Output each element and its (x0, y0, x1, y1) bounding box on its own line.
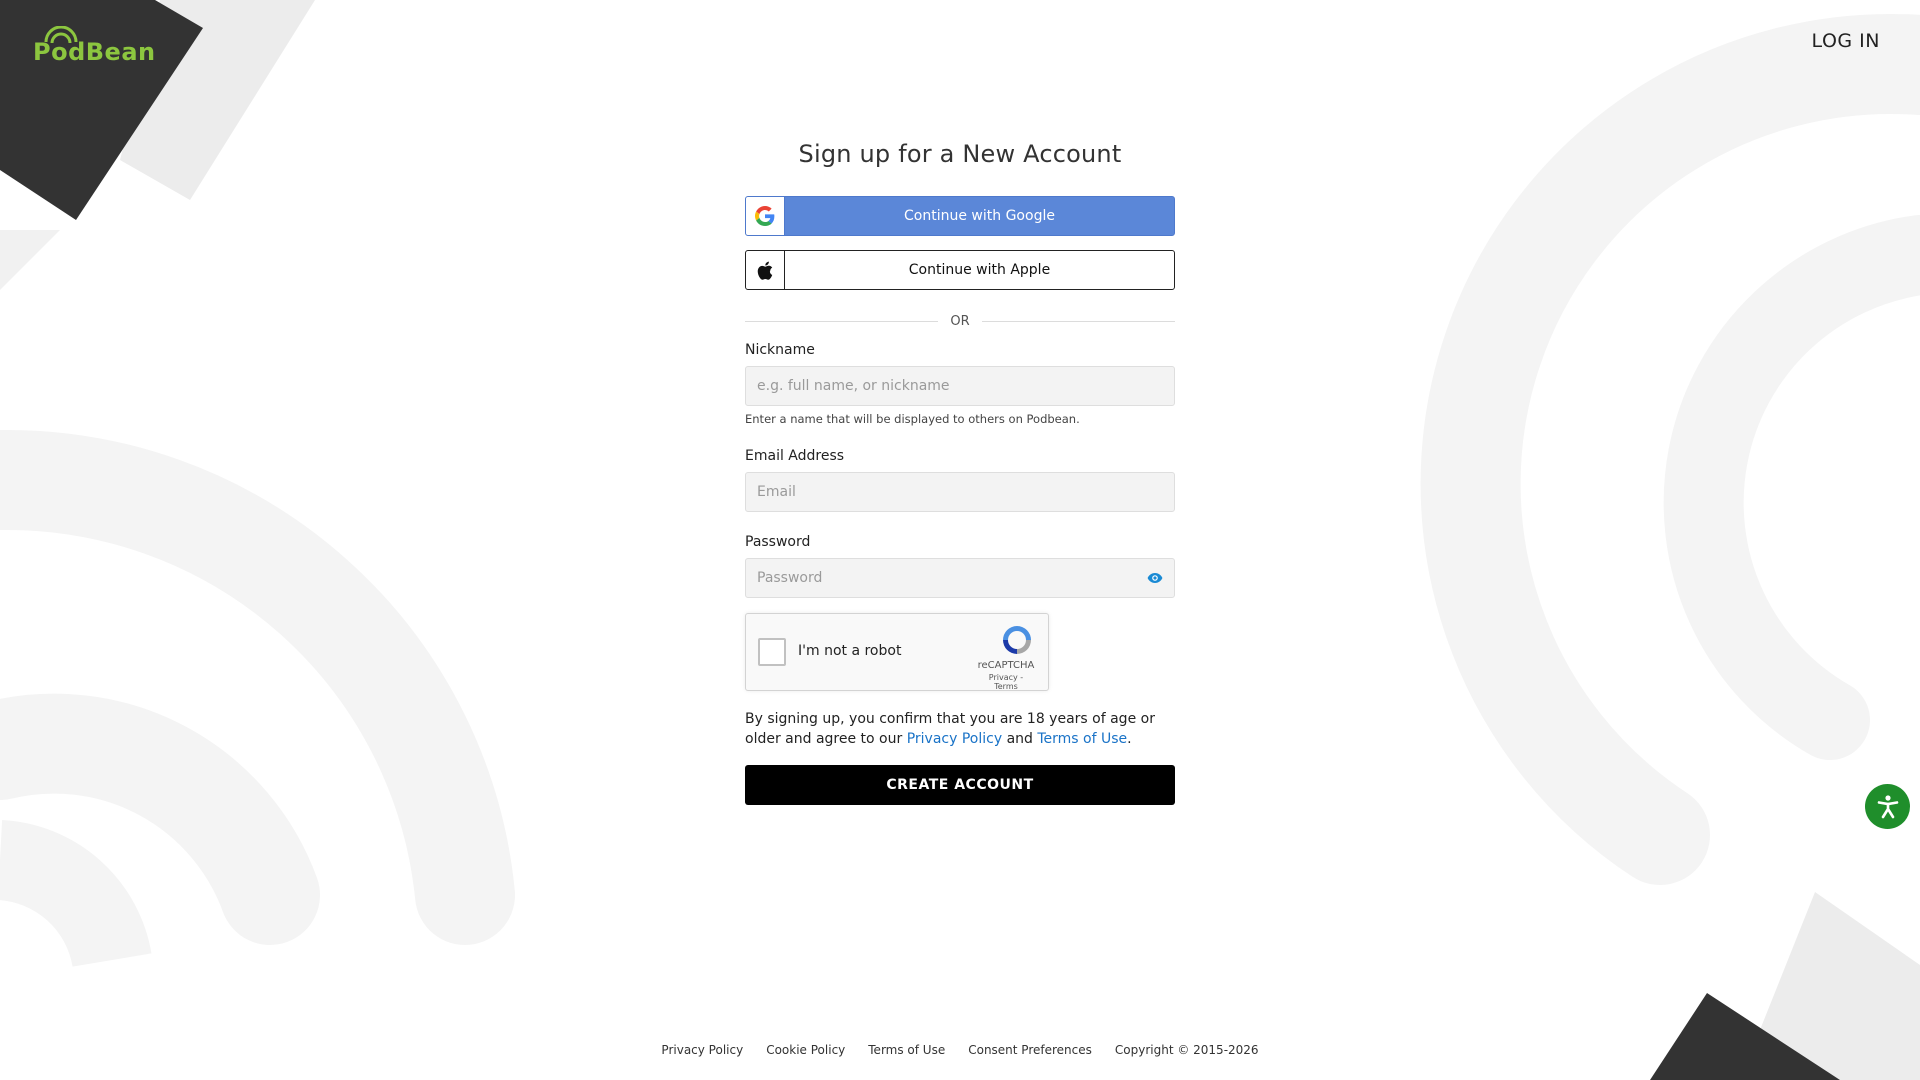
nickname-label: Nickname (745, 342, 815, 358)
continue-with-apple-button[interactable]: Continue with Apple (745, 250, 1175, 290)
recaptcha-links-separator: - (1017, 673, 1024, 682)
page-title: Sign up for a New Account (798, 140, 1122, 168)
footer-terms-of-use-link[interactable]: Terms of Use (868, 1043, 945, 1057)
password-label: Password (745, 534, 811, 550)
nickname-field-wrap (745, 366, 1175, 406)
recaptcha-brand: reCAPTCHA (977, 660, 1035, 671)
agreement-and: and (1002, 731, 1038, 747)
accessibility-icon (1877, 794, 1898, 818)
password-field-wrap (745, 558, 1175, 598)
email-field-wrap (745, 472, 1175, 512)
create-account-button[interactable]: CREATE ACCOUNT (745, 765, 1175, 805)
google-button-label: Continue with Google (904, 208, 1055, 224)
recaptcha-checkbox[interactable] (758, 638, 786, 666)
recaptcha-label: I'm not a robot (798, 643, 902, 659)
age-agreement-text: By signing up, you confirm that you are … (745, 709, 1175, 749)
recaptcha-links: Privacy - Terms (976, 673, 1036, 691)
podbean-logo[interactable]: PodBean (33, 26, 155, 68)
or-text: OR (950, 313, 970, 329)
accessibility-button[interactable] (1865, 784, 1910, 829)
footer-copyright: Copyright © 2015-2026 (1114, 1043, 1259, 1057)
footer-consent-preferences-link[interactable]: Consent Preferences (968, 1043, 1092, 1057)
login-link[interactable]: LOG IN (1812, 30, 1880, 52)
footer: Privacy Policy Cookie Policy Terms of Us… (0, 1043, 1920, 1057)
apple-button-label: Continue with Apple (908, 262, 1051, 278)
divider-line (981, 320, 1176, 322)
footer-cookie-policy-link[interactable]: Cookie Policy (766, 1043, 845, 1057)
email-input[interactable] (745, 472, 1175, 512)
recaptcha-icon (1003, 626, 1031, 654)
nickname-input[interactable] (745, 366, 1175, 406)
recaptcha-widget: I'm not a robot reCAPTCHA Privacy - Term… (745, 613, 1049, 691)
recaptcha-terms-link[interactable]: Terms (994, 682, 1018, 691)
nickname-hint: Enter a name that will be displayed to o… (745, 412, 1080, 426)
email-label: Email Address (745, 448, 845, 464)
or-divider: OR (745, 312, 1176, 330)
eye-icon[interactable] (1147, 571, 1163, 585)
password-input[interactable] (745, 558, 1175, 598)
divider-line (745, 320, 939, 322)
logo-text: PodBean (33, 38, 156, 66)
footer-privacy-policy-link[interactable]: Privacy Policy (661, 1043, 743, 1057)
terms-of-use-link[interactable]: Terms of Use (1037, 731, 1127, 747)
google-icon (746, 197, 785, 235)
recaptcha-privacy-link[interactable]: Privacy (989, 673, 1018, 682)
continue-with-google-button[interactable]: Continue with Google (745, 196, 1175, 236)
privacy-policy-link[interactable]: Privacy Policy (907, 731, 1002, 747)
agreement-suffix: . (1127, 731, 1132, 747)
apple-icon (746, 251, 785, 289)
signup-form: Sign up for a New Account Continue with … (745, 140, 1176, 805)
